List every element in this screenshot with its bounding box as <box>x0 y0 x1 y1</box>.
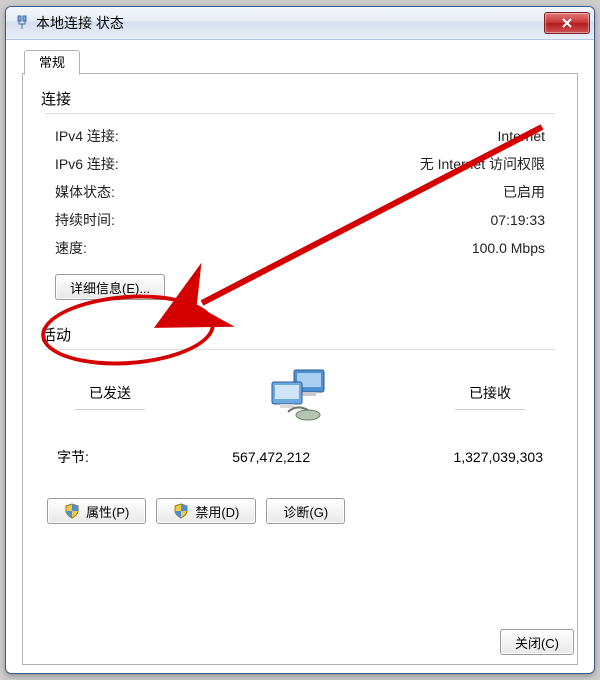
activity-section: 活动 已发送 <box>45 324 555 474</box>
titlebar[interactable]: 本地连接 状态 <box>6 7 594 40</box>
bytes-sent-value: 567,472,212 <box>232 449 310 465</box>
dash-right <box>455 409 525 410</box>
bytes-row: 字节: 567,472,212 1,327,039,303 <box>45 440 555 474</box>
bytes-recv-value: 1,327,039,303 <box>453 449 543 465</box>
uac-shield-icon <box>173 503 189 519</box>
window-title: 本地连接 状态 <box>36 13 544 33</box>
label-ipv6: IPv6 连接: <box>55 154 119 174</box>
client-area: 常规 连接 IPv4 连接: Internet IPv6 连接: 无 Inter… <box>14 47 586 665</box>
label-media: 媒体状态: <box>55 182 115 202</box>
footer: 关闭(C) <box>500 629 574 655</box>
label-ipv4: IPv4 连接: <box>55 126 119 146</box>
properties-button-label: 属性(P) <box>86 502 129 521</box>
disable-button-label: 禁用(D) <box>195 502 239 521</box>
label-duration: 持续时间: <box>55 210 115 230</box>
disable-button[interactable]: 禁用(D) <box>156 498 256 524</box>
row-speed: 速度: 100.0 Mbps <box>55 234 545 262</box>
bytes-label: 字节: <box>57 447 89 467</box>
value-speed: 100.0 Mbps <box>472 240 545 256</box>
action-button-row: 属性(P) 禁用(D) 诊断(G) <box>45 498 555 524</box>
row-media: 媒体状态: 已启用 <box>55 178 545 206</box>
separator <box>45 113 555 114</box>
close-button[interactable]: 关闭(C) <box>500 629 574 655</box>
window-close-button[interactable] <box>544 12 590 34</box>
row-ipv6: IPv6 连接: 无 Internet 访问权限 <box>55 150 545 178</box>
tab-content-general: 连接 IPv4 连接: Internet IPv6 连接: 无 Internet… <box>22 73 578 665</box>
properties-button[interactable]: 属性(P) <box>47 498 146 524</box>
details-button[interactable]: 详细信息(E)... <box>55 274 165 300</box>
tab-general[interactable]: 常规 <box>24 50 80 75</box>
dash-left <box>75 409 145 410</box>
value-media: 已启用 <box>503 182 545 202</box>
tab-strip: 常规 <box>14 47 586 73</box>
sent-column: 已发送 <box>75 383 145 410</box>
separator <box>45 349 555 350</box>
recv-column: 已接收 <box>455 383 525 410</box>
connection-rows: IPv4 连接: Internet IPv6 连接: 无 Internet 访问… <box>45 122 555 262</box>
diagnose-button-label: 诊断(G) <box>283 502 328 521</box>
recv-label: 已接收 <box>469 383 511 403</box>
diagnose-button[interactable]: 诊断(G) <box>266 498 345 524</box>
network-adapter-icon <box>14 15 30 31</box>
row-ipv4: IPv4 连接: Internet <box>55 122 545 150</box>
value-ipv6: 无 Internet 访问权限 <box>420 154 545 174</box>
activity-section-title: 活动 <box>41 324 555 345</box>
activity-header-row: 已发送 <box>45 358 555 434</box>
sent-label: 已发送 <box>89 383 131 403</box>
connection-status-window: 本地连接 状态 常规 连接 IPv4 连接: Internet IPv6 连接:… <box>5 6 595 674</box>
uac-shield-icon <box>64 503 80 519</box>
row-duration: 持续时间: 07:19:33 <box>55 206 545 234</box>
network-computers-icon <box>264 368 336 424</box>
label-speed: 速度: <box>55 238 87 258</box>
connection-section-title: 连接 <box>41 88 555 109</box>
value-duration: 07:19:33 <box>491 212 546 228</box>
value-ipv4: Internet <box>498 128 545 144</box>
details-button-wrap: 详细信息(E)... <box>55 274 555 300</box>
